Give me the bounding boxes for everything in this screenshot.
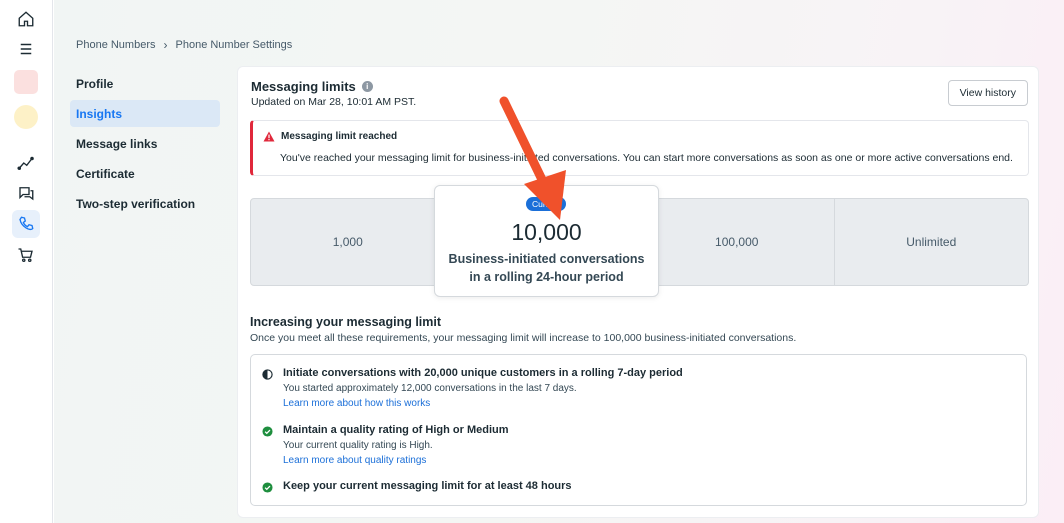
business-avatar[interactable] [12,103,40,131]
check-circle-icon [262,482,273,493]
breadcrumb-separator: › [163,38,168,52]
updated-timestamp: Updated on Mar 28, 10:01 AM PST. [251,96,417,108]
half-circle-progress-icon [262,369,273,380]
account-avatar[interactable] [12,68,40,96]
subnav-item-insights[interactable]: Insights [70,100,220,127]
learn-more-how-link[interactable]: Learn more about how this works [283,398,430,409]
cart-icon[interactable] [12,241,40,269]
messaging-limits-card: Messaging limits i Updated on Mar 28, 10… [237,66,1039,518]
current-desc-line2: in a rolling 24-hour period [469,270,624,284]
limit-reached-alert: Messaging limit reached You've reached y… [250,120,1029,176]
current-limit-value: 10,000 [511,219,582,245]
alert-title-text: Messaging limit reached [281,131,398,142]
check-circle-icon [262,426,273,437]
increase-limit-description: Once you meet all these requirements, yo… [250,332,797,344]
main-area: Phone Numbers › Phone Number Settings Pr… [54,0,1064,523]
requirement-title: Keep your current messaging limit for at… [283,480,572,492]
card-title-text: Messaging limits [251,79,356,94]
breadcrumb-phone-numbers[interactable]: Phone Numbers [76,39,156,51]
increase-limit-title: Increasing your messaging limit [250,315,442,329]
subnav-item-profile[interactable]: Profile [70,70,220,97]
current-badge: Current [526,197,567,211]
breadcrumb-current: Phone Number Settings [175,39,293,51]
tier-1000: 1,000 [251,199,446,285]
phone-icon[interactable] [12,210,40,238]
left-rail [0,0,53,523]
subnav-item-two-step-verification[interactable]: Two-step verification [70,190,220,217]
requirement-title: Initiate conversations with 20,000 uniqu… [283,367,683,379]
tier-unlimited: Unlimited [906,235,957,249]
view-history-button[interactable]: View history [947,80,1028,106]
subnav-item-certificate[interactable]: Certificate [70,160,220,187]
settings-subnav: Profile Insights Message links Certifica… [70,70,220,220]
card-title: Messaging limits i [251,79,373,94]
menu-icon[interactable] [12,35,40,63]
current-desc-line1: Business-initiated conversations [448,252,645,266]
info-icon[interactable]: i [361,81,373,92]
current-limit-description: Business-initiated conversations in a ro… [435,250,658,286]
requirement-detail: Your current quality rating is High. [283,440,433,451]
requirement-title: Maintain a quality rating of High or Med… [283,424,509,436]
requirement-detail: You started approximately 12,000 convers… [283,383,577,394]
analytics-icon[interactable] [12,149,40,177]
subnav-item-message-links[interactable]: Message links [70,130,220,157]
home-icon[interactable] [12,5,40,33]
requirements-list: Initiate conversations with 20,000 uniqu… [250,354,1027,506]
alert-body: You've reached your messaging limit for … [280,152,1013,164]
alert-title: Messaging limit reached [263,131,397,142]
warning-icon [263,131,275,142]
current-tier-card: Current 10,000 Business-initiated conver… [434,185,659,297]
breadcrumb: Phone Numbers › Phone Number Settings [76,38,292,52]
tier-100000: 100,000 [640,199,835,285]
chat-icon[interactable] [12,179,40,207]
learn-more-quality-link[interactable]: Learn more about quality ratings [283,455,426,466]
